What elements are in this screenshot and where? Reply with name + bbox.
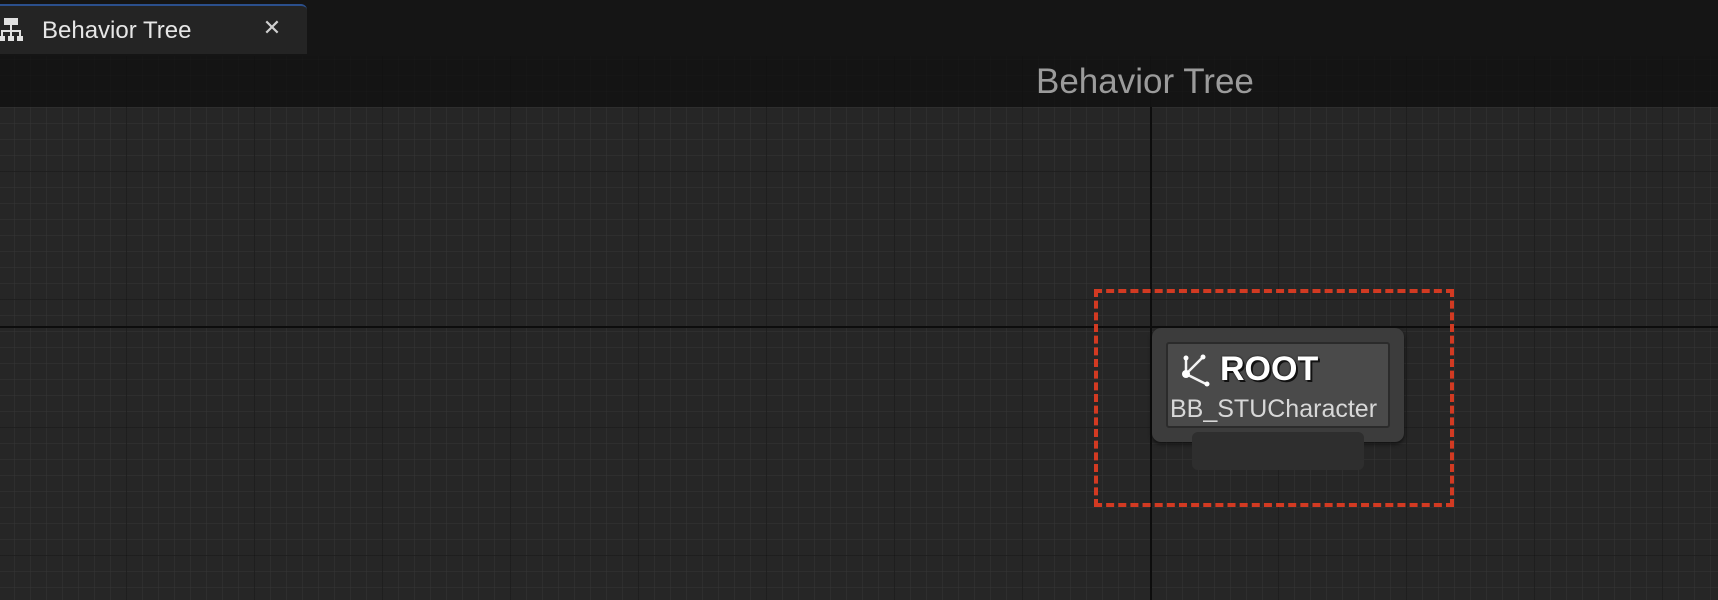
root-node-output-pin[interactable] [1192,432,1364,470]
root-node[interactable]: ROOT BB_STUCharacter [1152,328,1404,470]
root-node-body[interactable]: ROOT BB_STUCharacter [1166,342,1390,428]
origin-axis-horizontal [0,326,1718,328]
close-icon[interactable]: ✕ [258,15,286,43]
root-node-title: ROOT [1220,350,1319,388]
behavior-tree-icon [0,18,23,41]
tab-behavior-tree[interactable]: Behavior Tree ✕ [0,4,307,54]
root-node-icon [1182,354,1210,387]
graph-header: Behavior Tree [0,56,1718,107]
graph-canvas[interactable]: Behavior Tree ROOT BB_STUCharacter [0,56,1718,600]
tab-label: Behavior Tree [42,17,192,44]
editor-tab-bar: Behavior Tree ✕ [0,0,1718,56]
graph-title: Behavior Tree [1036,62,1254,101]
root-node-blackboard-label: BB_STUCharacter [1170,395,1378,423]
